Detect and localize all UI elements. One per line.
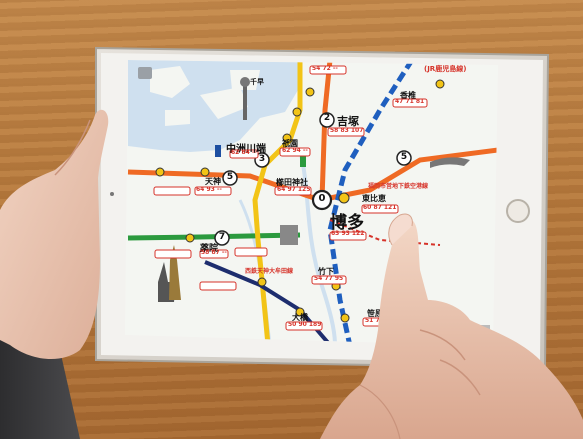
photo-scene: 博多 0 63 93 122 吉塚 2 58 83 107 中洲川端 3 62 … [0, 0, 583, 439]
hands-illustration [0, 109, 583, 439]
